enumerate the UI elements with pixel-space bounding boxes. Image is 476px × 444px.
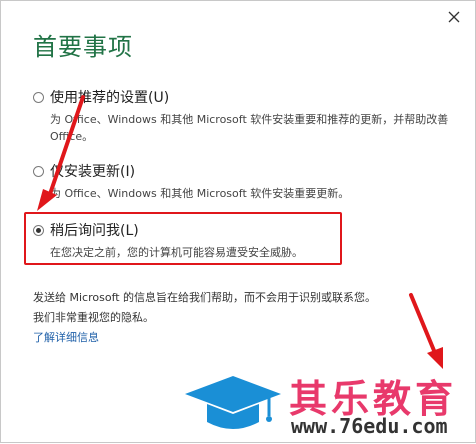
privacy-info: 发送给 Microsoft 的信息旨在给我们帮助，而不会用于识别或联系您。 我们… — [33, 288, 453, 328]
privacy-info-line2: 我们非常重视您的隐私。 — [33, 311, 154, 324]
annotation-highlight-box — [24, 212, 342, 265]
graduation-cap-logo-icon — [185, 376, 281, 429]
option-install-updates-only[interactable]: 仅安装更新(I) 为 Office、Windows 和其他 Microsoft … — [33, 161, 453, 202]
close-icon — [448, 11, 460, 23]
privacy-info-line1: 发送给 Microsoft 的信息旨在给我们帮助，而不会用于识别或联系您。 — [33, 291, 377, 304]
option-desc-recommended: 为 Office、Windows 和其他 Microsoft 软件安装重要和推荐… — [50, 113, 449, 143]
annotation-arrow-down-icon — [409, 293, 443, 369]
watermark-url: www.76edu.com — [291, 414, 448, 438]
annotation-arrow-icon — [37, 95, 85, 211]
learn-more-link[interactable]: 了解详细信息 — [33, 329, 99, 345]
first-things-first-dialog: 首要事项 使用推荐的设置(U) 为 Office、Windows 和其他 Mic… — [0, 0, 476, 443]
close-button[interactable] — [443, 7, 465, 27]
option-desc-install-updates: 为 Office、Windows 和其他 Microsoft 软件安装重要更新。 — [50, 187, 350, 200]
watermark: 其乐教育 www.76edu.com — [181, 366, 476, 444]
option-recommended-settings[interactable]: 使用推荐的设置(U) 为 Office、Windows 和其他 Microsof… — [33, 87, 453, 145]
dialog-title: 首要事项 — [33, 33, 133, 61]
